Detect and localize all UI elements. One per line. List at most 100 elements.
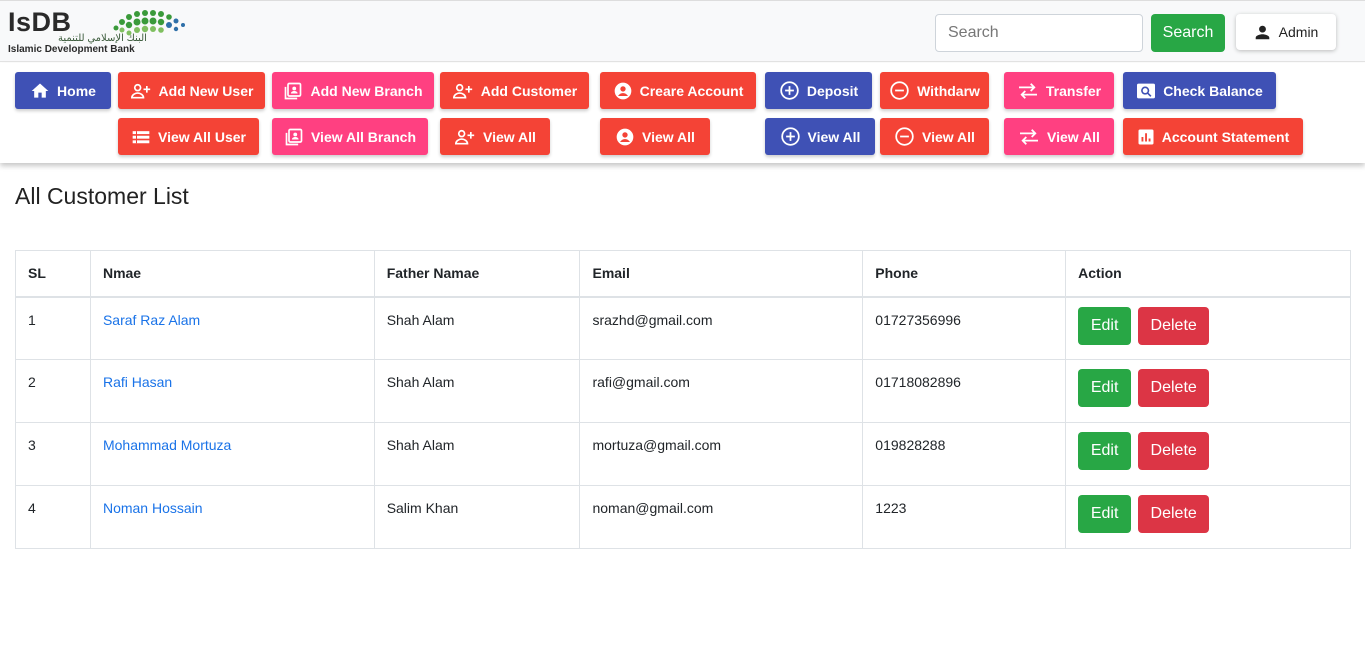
bar-chart-icon bbox=[1138, 129, 1154, 144]
nav-view-all-withdraw-button[interactable]: View All bbox=[880, 118, 989, 155]
cell-phone: 019828288 bbox=[862, 422, 1067, 486]
nav-check-balance-button[interactable]: Check Balance bbox=[1123, 72, 1276, 109]
nav-account-statement-label: Account Statement bbox=[1161, 128, 1290, 145]
plus-circle-icon bbox=[780, 81, 799, 100]
nav-deposit-label: Deposit bbox=[806, 82, 859, 99]
nav-add-customer-label: Add Customer bbox=[480, 82, 578, 99]
cell-sl: 1 bbox=[15, 296, 91, 360]
cell-phone: 01727356996 bbox=[862, 296, 1067, 360]
nav-add-new-branch-button[interactable]: Add New Branch bbox=[272, 72, 434, 109]
nav-add-new-user-button[interactable]: Add New User bbox=[118, 72, 265, 109]
cell-action: Edit Delete bbox=[1065, 485, 1351, 549]
cell-father-name: Salim Khan bbox=[373, 485, 581, 549]
header-sl: SL bbox=[15, 250, 91, 298]
nav-add-new-branch-label: Add New Branch bbox=[310, 82, 423, 99]
header-name: Nmae bbox=[89, 250, 375, 298]
table-row: 2 Rafi Hasan Shah Alam rafi@gmail.com 01… bbox=[15, 359, 1351, 423]
logo-subtitle: Islamic Development Bank bbox=[8, 44, 135, 55]
swap-arrows-icon bbox=[1018, 82, 1037, 99]
nav-check-balance-label: Check Balance bbox=[1163, 82, 1263, 99]
nav-transfer-label: Transfer bbox=[1045, 82, 1102, 99]
search-button[interactable]: Search bbox=[1151, 14, 1225, 52]
nav-view-all-branch-button[interactable]: View All Branch bbox=[272, 118, 428, 155]
cell-sl: 3 bbox=[15, 422, 91, 486]
header-action: Action bbox=[1065, 250, 1351, 298]
cell-father-name: Shah Alam bbox=[373, 422, 581, 486]
nav-view-all-user-button[interactable]: View All User bbox=[118, 118, 259, 155]
person-add-icon bbox=[130, 83, 150, 98]
person-add-icon bbox=[452, 83, 472, 98]
delete-button[interactable]: Delete bbox=[1138, 369, 1210, 407]
cell-sl: 4 bbox=[15, 485, 91, 549]
nav-view-all-deposit-label: View All bbox=[807, 128, 861, 145]
nav-view-all-branch-label: View All Branch bbox=[310, 128, 417, 145]
cell-action: Edit Delete bbox=[1065, 359, 1351, 423]
customer-name-link[interactable]: Rafi Hasan bbox=[103, 374, 172, 390]
nav-bar: Home Add New User Add New Branch Add Cus… bbox=[0, 63, 1365, 163]
home-icon bbox=[31, 83, 49, 98]
plus-circle-icon bbox=[780, 127, 800, 146]
edit-button[interactable]: Edit bbox=[1078, 495, 1132, 533]
search-input[interactable] bbox=[935, 14, 1143, 52]
account-circle-icon bbox=[616, 128, 634, 145]
nav-view-all-deposit-button[interactable]: View All bbox=[765, 118, 875, 155]
delete-button[interactable]: Delete bbox=[1138, 306, 1210, 345]
table-row: 1 Saraf Raz Alam Shah Alam srazhd@gmail.… bbox=[15, 296, 1351, 360]
customer-table: SL Nmae Father Namae Email Phone Action … bbox=[15, 250, 1351, 549]
nav-view-all-user-label: View All User bbox=[158, 128, 246, 145]
header-father-name: Father Namae bbox=[373, 250, 581, 298]
cell-action: Edit Delete bbox=[1065, 296, 1351, 360]
delete-button[interactable]: Delete bbox=[1138, 432, 1210, 470]
cell-father-name: Shah Alam bbox=[373, 359, 581, 423]
person-add-icon bbox=[455, 129, 475, 144]
nav-withdraw-label: Withdarw bbox=[917, 82, 980, 99]
admin-menu-button[interactable]: Admin bbox=[1236, 14, 1336, 50]
cell-phone: 1223 bbox=[862, 485, 1067, 549]
customer-name-link[interactable]: Mohammad Mortuza bbox=[103, 437, 231, 453]
contacts-icon bbox=[285, 128, 303, 145]
nav-account-statement-button[interactable]: Account Statement bbox=[1123, 118, 1303, 155]
cell-phone: 01718082896 bbox=[862, 359, 1067, 423]
header-phone: Phone bbox=[862, 250, 1067, 298]
cell-father-name: Shah Alam bbox=[373, 296, 581, 360]
cell-email: noman@gmail.com bbox=[579, 485, 864, 549]
nav-view-all-transfer-label: View All bbox=[1047, 128, 1100, 145]
cell-action: Edit Delete bbox=[1065, 422, 1351, 486]
magnify-icon bbox=[1137, 83, 1156, 98]
cell-sl: 2 bbox=[15, 359, 91, 423]
nav-view-all-customer-label: View All bbox=[483, 128, 536, 145]
nav-view-all-customer-button[interactable]: View All bbox=[440, 118, 550, 155]
isdb-logo[interactable]: IsDB البنك الإسلامي للتنمية Islamic Deve… bbox=[8, 7, 198, 57]
nav-home-label: Home bbox=[57, 82, 96, 99]
nav-create-account-button[interactable]: Creare Account bbox=[600, 72, 756, 109]
table-row: 4 Noman Hossain Salim Khan noman@gmail.c… bbox=[15, 485, 1351, 549]
nav-view-all-account-button[interactable]: View All bbox=[600, 118, 710, 155]
table-header-row: SL Nmae Father Namae Email Phone Action bbox=[15, 250, 1351, 298]
table-row: 3 Mohammad Mortuza Shah Alam mortuza@gma… bbox=[15, 422, 1351, 486]
nav-withdraw-button[interactable]: Withdarw bbox=[880, 72, 989, 109]
nav-home-button[interactable]: Home bbox=[15, 72, 111, 109]
nav-transfer-button[interactable]: Transfer bbox=[1004, 72, 1114, 109]
header-email: Email bbox=[579, 250, 864, 298]
account-circle-icon bbox=[614, 82, 631, 99]
edit-button[interactable]: Edit bbox=[1078, 306, 1132, 345]
cell-email: rafi@gmail.com bbox=[579, 359, 864, 423]
nav-create-account-label: Creare Account bbox=[639, 82, 744, 99]
edit-button[interactable]: Edit bbox=[1078, 432, 1132, 470]
nav-add-new-user-label: Add New User bbox=[158, 82, 254, 99]
top-header: IsDB البنك الإسلامي للتنمية Islamic Deve… bbox=[0, 0, 1365, 62]
edit-button[interactable]: Edit bbox=[1078, 369, 1132, 407]
contacts-icon bbox=[285, 82, 302, 99]
delete-button[interactable]: Delete bbox=[1138, 495, 1210, 533]
nav-view-all-account-label: View All bbox=[642, 128, 695, 145]
logo-arabic-text: البنك الإسلامي للتنمية bbox=[58, 33, 147, 44]
admin-label: Admin bbox=[1278, 24, 1319, 40]
person-icon bbox=[1255, 25, 1269, 39]
nav-deposit-button[interactable]: Deposit bbox=[765, 72, 872, 109]
nav-view-all-transfer-button[interactable]: View All bbox=[1004, 118, 1114, 155]
nav-add-customer-button[interactable]: Add Customer bbox=[440, 72, 589, 109]
customer-name-link[interactable]: Saraf Raz Alam bbox=[103, 312, 200, 328]
swap-arrows-icon bbox=[1020, 128, 1039, 145]
customer-name-link[interactable]: Noman Hossain bbox=[103, 500, 203, 516]
cell-email: mortuza@gmail.com bbox=[579, 422, 864, 486]
